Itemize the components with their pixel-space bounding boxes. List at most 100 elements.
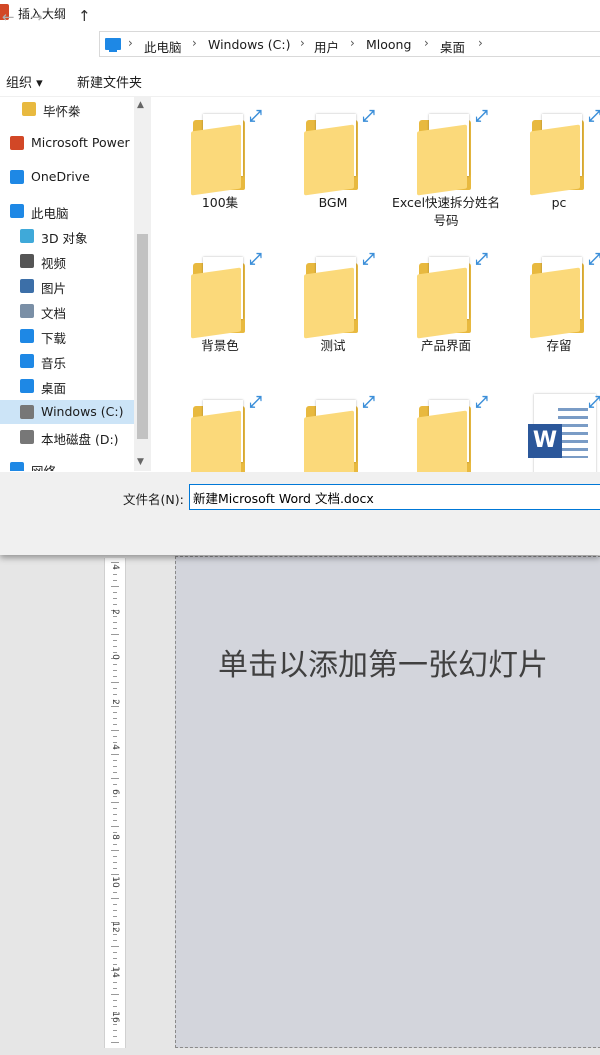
ruler-tick xyxy=(113,712,117,713)
ruler-tick xyxy=(113,892,117,893)
vertical-ruler: 4 2 0 2 4 6 8 10 12 14 16 xyxy=(104,558,126,1048)
address-bar[interactable]: › 此电脑 › Windows (C:) › 用户 › Mloong › 桌面 … xyxy=(99,31,600,57)
sidebar-item[interactable]: 此电脑 xyxy=(0,199,135,223)
sidebar-item-label: 文档 xyxy=(41,306,67,321)
ruler-tick xyxy=(113,676,117,677)
sidebar-item[interactable]: 3D 对象 xyxy=(0,224,135,248)
ruler-tick xyxy=(113,628,117,629)
organize-button[interactable]: 组织 ▾ xyxy=(6,72,43,91)
sync-arrow-icon: ⤢ xyxy=(475,392,488,411)
ruler-tick xyxy=(113,622,117,623)
up-button[interactable]: ↑ xyxy=(78,7,91,25)
sidebar-item[interactable]: 下载 xyxy=(0,324,135,348)
pc-icon xyxy=(105,38,121,52)
folder-icon xyxy=(304,410,354,472)
ruler-tick xyxy=(113,910,117,911)
ruler-tick xyxy=(111,778,119,779)
back-button[interactable]: ← xyxy=(2,8,15,26)
folder-item[interactable]: ⤢ 100集 xyxy=(165,100,275,230)
ruler-label: 4 xyxy=(110,564,120,570)
folder-icon xyxy=(530,124,580,196)
ruler-tick xyxy=(111,1042,119,1043)
sidebar-item[interactable]: 音乐 xyxy=(0,349,135,373)
sidebar-item[interactable]: Windows (C:) xyxy=(0,400,135,424)
breadcrumb-pc[interactable]: 此电脑 xyxy=(144,37,182,56)
ruler-label: 4 xyxy=(110,744,120,750)
sidebar-item[interactable]: 文档 xyxy=(0,299,135,323)
sidebar-item[interactable]: 网络 xyxy=(0,457,135,471)
breadcrumb-drive[interactable]: Windows (C:) xyxy=(208,37,290,52)
sidebar-item[interactable]: 视频 xyxy=(0,249,135,273)
scroll-up-icon[interactable]: ▲ xyxy=(137,100,144,110)
breadcrumb-desktop[interactable]: 桌面 xyxy=(440,37,465,56)
sidebar-item[interactable]: 毕怀桊 xyxy=(0,97,135,121)
chevron-right-icon[interactable]: › xyxy=(424,36,429,50)
ruler-tick xyxy=(111,682,119,683)
chevron-right-icon[interactable]: › xyxy=(300,36,305,50)
folder-item[interactable]: ⤢ 测试 xyxy=(278,243,388,373)
folder-item[interactable]: ⤢ xyxy=(165,386,275,472)
ruler-tick xyxy=(113,670,117,671)
ruler-tick xyxy=(113,1030,117,1031)
desktop-icon xyxy=(20,379,34,393)
scroll-down-icon[interactable]: ▼ xyxy=(137,457,144,467)
ruler-tick xyxy=(113,718,117,719)
ruler-tick xyxy=(111,850,119,851)
slide-title-placeholder[interactable]: 单击以添加第一张幻灯片 xyxy=(218,640,548,684)
sidebar-item[interactable]: Microsoft Power xyxy=(0,131,135,155)
nav-scroll-thumb[interactable] xyxy=(137,234,148,439)
sidebar-item[interactable]: 图片 xyxy=(0,274,135,298)
folder-icon xyxy=(417,410,467,472)
sync-arrow-icon: ⤢ xyxy=(362,392,375,411)
folder-item[interactable]: ⤢ pc xyxy=(504,100,600,230)
folder-item[interactable]: ⤢ xyxy=(278,386,388,472)
ruler-tick xyxy=(113,904,117,905)
sidebar-item[interactable]: 桌面 xyxy=(0,374,135,398)
file-item[interactable]: W ⤢ xyxy=(504,386,600,472)
sync-arrow-icon: ⤢ xyxy=(588,392,600,411)
ruler-tick xyxy=(113,688,117,689)
sidebar-item[interactable]: OneDrive xyxy=(0,165,135,189)
new-folder-button[interactable]: 新建文件夹 xyxy=(77,72,142,91)
folder-icon xyxy=(191,124,241,196)
file-name: 存留 xyxy=(546,338,572,353)
folder-item[interactable]: ⤢ 产品界面 xyxy=(391,243,501,373)
folder-item[interactable]: ⤢ BGM xyxy=(278,100,388,230)
sync-arrow-icon: ⤢ xyxy=(362,106,375,125)
ruler-tick xyxy=(113,862,117,863)
ruler-label: 12 xyxy=(110,921,120,933)
filename-label: 文件名(N): xyxy=(123,492,184,507)
drive-icon xyxy=(20,430,34,444)
chevron-right-icon[interactable]: › xyxy=(128,36,133,50)
ruler-tick xyxy=(111,994,119,995)
sidebar-item-label: 毕怀桊 xyxy=(43,104,81,119)
3d-objects-icon xyxy=(20,229,34,243)
sidebar-item-label: 网络 xyxy=(31,461,56,471)
folder-item[interactable]: ⤢ 存留 xyxy=(504,243,600,373)
powerpoint-icon xyxy=(10,136,24,150)
ruler-tick xyxy=(111,946,119,947)
sidebar-item-label: 图片 xyxy=(41,281,67,296)
sidebar-item-label: 本地磁盘 (D:) xyxy=(41,432,119,447)
breadcrumb-user[interactable]: Mloong xyxy=(366,37,411,52)
sync-arrow-icon: ⤢ xyxy=(249,392,262,411)
filename-input[interactable] xyxy=(189,484,600,510)
sync-arrow-icon: ⤢ xyxy=(475,106,488,125)
ruler-tick xyxy=(111,898,119,899)
ruler-tick xyxy=(113,844,117,845)
folder-item[interactable]: ⤢ xyxy=(391,386,501,472)
sidebar-item[interactable]: 本地磁盘 (D:) xyxy=(0,425,135,449)
breadcrumb-users[interactable]: 用户 xyxy=(314,37,339,56)
ruler-tick xyxy=(113,952,117,953)
forward-button[interactable]: → xyxy=(30,8,43,26)
folder-item[interactable]: ⤢ 背景色 xyxy=(165,243,275,373)
chevron-right-icon[interactable]: › xyxy=(478,36,483,50)
recent-locations-chevron-icon[interactable]: ▾ xyxy=(60,13,65,23)
chevron-right-icon[interactable]: › xyxy=(350,36,355,50)
chevron-right-icon[interactable]: › xyxy=(192,36,197,50)
folder-item[interactable]: ⤢ Excel快速拆分姓名号码 xyxy=(391,100,501,230)
sidebar-item-label: 此电脑 xyxy=(31,206,69,221)
insert-outline-dialog: 插入大纲 ← → ▾ ↑ › 此电脑 › Windows (C:) › 用户 ›… xyxy=(0,0,600,555)
slide-canvas[interactable] xyxy=(175,556,600,1048)
ruler-tick xyxy=(113,664,117,665)
